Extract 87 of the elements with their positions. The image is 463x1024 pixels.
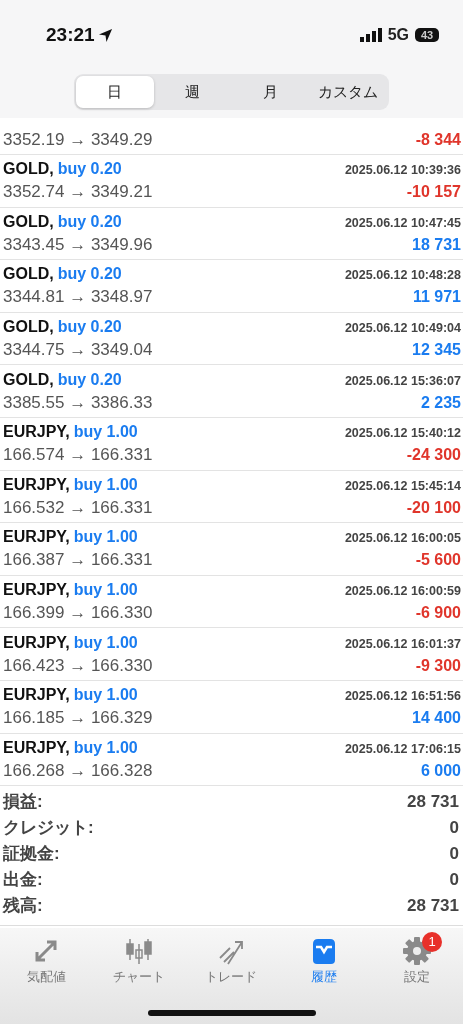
period-tab[interactable]: 週 xyxy=(153,76,232,108)
deal-prices: 3343.45 → 3349.96 xyxy=(3,233,153,256)
signal-icon xyxy=(359,28,382,42)
deal-time: 2025.06.12 16:00:59 xyxy=(344,583,461,601)
deal-symbol: EURJPY, xyxy=(3,581,70,599)
summary-value: 0 xyxy=(449,817,459,840)
period-tab[interactable]: 月 xyxy=(231,76,310,108)
summary-value: 0 xyxy=(449,843,459,866)
deal-volume: buy 1.00 xyxy=(73,581,138,599)
deal-volume: buy 0.20 xyxy=(57,318,122,336)
summary-value: 28 731 xyxy=(407,895,459,918)
deal-profit: -5 600 xyxy=(415,550,461,571)
deal-prices: 166.185 → 166.329 xyxy=(3,707,153,730)
deal-prices: 166.423 → 166.330 xyxy=(3,654,153,677)
deal-prices: 166.574 → 166.331 xyxy=(3,444,153,467)
deal-volume: buy 1.00 xyxy=(73,738,138,756)
period-tab[interactable]: カスタム xyxy=(309,76,387,108)
tab-bar-item[interactable]: 履歴 xyxy=(277,936,371,986)
deal-volume: buy 1.00 xyxy=(73,686,138,704)
deal-volume: buy 0.20 xyxy=(57,160,122,178)
status-time: 23:21 xyxy=(46,24,95,46)
deal-volume: buy 0.20 xyxy=(57,212,122,230)
deal-prices: 3344.81 → 3348.97 xyxy=(3,286,153,309)
deal-time: 2025.06.12 16:00:05 xyxy=(344,530,461,548)
deal-volume: buy 1.00 xyxy=(73,475,138,493)
deal-time: 2025.06.12 15:45:14 xyxy=(344,477,461,495)
summary-label: 残高: xyxy=(3,895,43,918)
tab-bar-item[interactable]: 気配値 xyxy=(0,936,93,986)
deal-volume: buy 1.00 xyxy=(73,423,138,441)
tab-bar-item[interactable]: チャート xyxy=(92,936,186,986)
deal-profit: -8 344 xyxy=(415,130,461,150)
period-tab[interactable]: 日 xyxy=(76,76,154,108)
deal-time: 2025.06.12 16:51:56 xyxy=(344,688,461,706)
deal-volume: buy 0.20 xyxy=(57,370,122,388)
deal-symbol: GOLD, xyxy=(3,265,54,283)
summary-label: 損益: xyxy=(3,791,43,814)
deal-symbol: GOLD, xyxy=(3,212,54,230)
deal-symbol: GOLD, xyxy=(3,318,54,336)
deal-time: 2025.06.12 16:01:37 xyxy=(344,635,461,653)
location-arrow-icon xyxy=(97,27,113,43)
deal-profit: 12 345 xyxy=(412,340,461,361)
deal-profit: 18 731 xyxy=(412,234,461,255)
deal-profit: 11 971 xyxy=(412,287,461,308)
deal-profit: 6 000 xyxy=(420,760,461,781)
deal-profit: -9 300 xyxy=(415,655,461,676)
deal-volume: buy 1.00 xyxy=(73,633,138,651)
deal-symbol: EURJPY, xyxy=(3,686,70,704)
candlestick-icon xyxy=(123,936,154,966)
deal-symbol: EURJPY, xyxy=(3,423,70,441)
deal-symbol: GOLD, xyxy=(3,370,54,388)
deal-symbol: GOLD, xyxy=(3,160,54,178)
deal-prices: 166.399 → 166.330 xyxy=(3,602,153,625)
deal-time: 2025.06.12 15:40:12 xyxy=(344,425,461,443)
deal-time: 2025.06.12 10:47:45 xyxy=(344,214,461,232)
deal-time: 2025.06.12 17:06:15 xyxy=(344,740,461,758)
network-label: 5G xyxy=(387,26,409,44)
deal-profit: -24 300 xyxy=(406,445,461,466)
deal-time: 2025.06.12 10:48:28 xyxy=(344,267,461,285)
deal-time: 2025.06.12 15:36:07 xyxy=(344,372,461,390)
deal-prices: 166.532 → 166.331 xyxy=(3,496,153,519)
deal-time: 2025.06.12 10:49:04 xyxy=(344,320,461,338)
deal-prices: 166.268 → 166.328 xyxy=(3,759,153,782)
deal-volume: buy 1.00 xyxy=(73,528,138,546)
battery-level: 43 xyxy=(415,28,439,42)
deal-volume: buy 0.20 xyxy=(57,265,122,283)
deal-profit: 14 400 xyxy=(412,708,461,729)
deal-symbol: EURJPY, xyxy=(3,633,70,651)
tab-bar-item[interactable]: トレード xyxy=(185,936,278,986)
notification-badge: 1 xyxy=(422,932,443,952)
deal-prices: 3352.19 → 3349.29 xyxy=(3,129,153,151)
deal-symbol: EURJPY, xyxy=(3,738,70,756)
summary-value: 0 xyxy=(449,869,459,892)
deal-profit: 2 235 xyxy=(420,392,461,413)
deal-symbol: EURJPY, xyxy=(3,475,70,493)
deal-prices: 3344.75 → 3349.04 xyxy=(3,339,153,362)
summary-label: 証拠金: xyxy=(3,843,60,866)
summary-label: 出金: xyxy=(3,869,43,892)
deal-prices: 3352.74 → 3349.21 xyxy=(3,181,153,204)
summary-value: 28 731 xyxy=(407,791,459,814)
deal-profit: -10 157 xyxy=(406,182,461,203)
summary-label: クレジット: xyxy=(3,817,94,840)
deal-prices: 3385.55 → 3386.33 xyxy=(3,391,153,414)
deal-profit: -6 900 xyxy=(415,603,461,624)
deal-symbol: EURJPY, xyxy=(3,528,70,546)
deal-time: 2025.06.12 10:39:36 xyxy=(344,162,461,180)
deal-profit: -20 100 xyxy=(406,497,461,518)
deal-prices: 166.387 → 166.331 xyxy=(3,549,153,572)
